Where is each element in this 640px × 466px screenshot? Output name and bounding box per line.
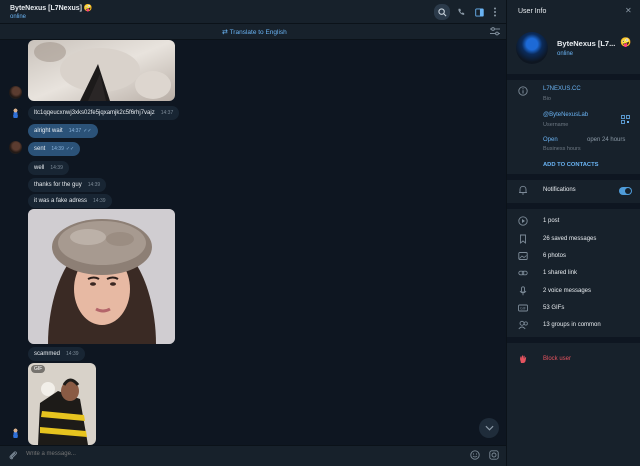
message-bubble[interactable]: ltc1qqeucxnwj3xks02fe5jqxamjk2c5f6rhj7va… — [28, 106, 180, 120]
avatar[interactable] — [9, 106, 22, 119]
username-value[interactable]: @ByteNexusLab — [543, 112, 588, 118]
chat-status: online — [10, 14, 27, 20]
message-input[interactable] — [26, 451, 426, 457]
group-icon — [518, 320, 528, 332]
message-bubble[interactable]: thanks for the guy 14:39 — [28, 178, 107, 192]
composer — [0, 445, 506, 466]
user-info-panel: User Info ✕ ByteNexus [L7... 🤪 online L7… — [506, 0, 640, 466]
avatar[interactable] — [9, 141, 22, 154]
message-bubble[interactable]: sent 14:39 ✓✓ — [28, 142, 81, 156]
chat-title-text: ByteNexus [L7Nexus] — [10, 5, 82, 12]
photo-message[interactable] — [28, 40, 175, 101]
media-row-voice[interactable]: 2 voice messages — [543, 288, 591, 294]
translate-settings-icon[interactable] — [490, 27, 500, 38]
add-to-contacts-button[interactable]: ADD TO CONTACTS — [543, 162, 599, 168]
photo-icon — [518, 251, 528, 263]
gif-icon: GIF — [518, 303, 528, 315]
bell-icon — [518, 185, 528, 197]
message-time: 14:39 — [66, 351, 79, 357]
divider — [507, 203, 640, 209]
message-text: sent — [34, 146, 46, 152]
message-time: 14:39 — [51, 146, 64, 152]
business-hours-extra: open 24 hours — [587, 137, 626, 143]
business-hours-label: Business hours — [543, 146, 581, 152]
photo-message[interactable] — [28, 209, 175, 344]
message-text: alright wait — [34, 128, 63, 134]
notifications-toggle[interactable] — [619, 187, 632, 195]
scroll-down-button[interactable] — [479, 418, 499, 438]
read-check-icon: ✓✓ — [83, 128, 92, 134]
media-row-links[interactable]: 1 shared link — [543, 270, 577, 276]
message-time: 14:37 — [68, 128, 82, 134]
media-row-gifs[interactable]: 53 GIFs — [543, 305, 564, 311]
gif-badge: GIF — [31, 365, 46, 373]
telegram-window: ByteNexus [L7Nexus] 🤪 online ⇄ Translate… — [0, 0, 640, 466]
media-row-groups[interactable]: 13 groups in common — [543, 322, 601, 328]
divider — [507, 337, 640, 343]
gif-message[interactable]: GIF — [28, 363, 96, 445]
link-icon — [518, 268, 528, 280]
avatar[interactable] — [9, 426, 22, 439]
more-icon[interactable] — [488, 5, 502, 19]
message-bubble[interactable]: alright wait 14:37 ✓✓ — [28, 124, 98, 138]
read-check-icon: ✓✓ — [65, 146, 75, 152]
message-bubble[interactable]: it was a fake adress 14:39 — [28, 194, 112, 208]
media-row-photos[interactable]: 6 photos — [543, 253, 566, 259]
phone-icon[interactable] — [454, 5, 468, 19]
message-time: 14:39 — [50, 165, 63, 171]
block-user-button[interactable]: Block user — [543, 356, 571, 362]
media-row-saved[interactable]: 26 saved messages — [543, 236, 596, 242]
sidebar-toggle-icon[interactable] — [472, 5, 486, 19]
profile-name: ByteNexus [L7... — [557, 39, 616, 48]
business-hours-value[interactable]: Open — [543, 137, 558, 143]
svg-text:GIF: GIF — [520, 307, 526, 311]
profile-emoji: 🤪 — [620, 37, 632, 47]
panel-title: User Info — [518, 8, 547, 15]
info-icon — [518, 86, 528, 98]
message-list[interactable]: ltc1qqeucxnwj3xks02fe5jqxamjk2c5f6rhj7va… — [0, 40, 506, 445]
search-icon[interactable] — [434, 4, 450, 20]
message-time: 14:39 — [87, 182, 101, 188]
translate-button[interactable]: ⇄ Translate to English — [222, 28, 287, 36]
message-text: ltc1qqeucxnwj3xks02fe5jqxamjk2c5f6rhj7va… — [34, 110, 155, 116]
bio-label: Bio — [543, 96, 551, 102]
translate-icon: ⇄ — [222, 29, 228, 36]
divider — [507, 174, 640, 180]
profile-avatar[interactable] — [516, 32, 548, 64]
emoji-icon[interactable] — [470, 450, 480, 462]
bio-value[interactable]: L7NEXUS.CC — [543, 86, 581, 92]
message-time: 14:37 — [160, 110, 174, 116]
chat-title-emoji: 🤪 — [83, 5, 93, 12]
qr-code-icon[interactable] — [621, 115, 630, 126]
translate-label: Translate to English — [229, 29, 287, 36]
attach-icon[interactable] — [9, 450, 17, 462]
hand-stop-icon — [518, 354, 528, 366]
message-text: well — [34, 165, 45, 171]
mic-icon — [518, 286, 528, 298]
post-icon — [518, 216, 528, 228]
translate-bar: ⇄ Translate to English — [0, 24, 506, 40]
message-time: 14:39 — [93, 198, 106, 204]
profile-status: online — [557, 51, 574, 57]
close-icon[interactable]: ✕ — [625, 6, 632, 15]
media-row-posts[interactable]: 1 post — [543, 218, 559, 224]
chat-panel: ByteNexus [L7Nexus] 🤪 online ⇄ Translate… — [0, 0, 506, 466]
message-bubble[interactable]: well 14:39 — [28, 161, 69, 175]
message-text: scammed — [34, 351, 61, 357]
bookmark-icon — [518, 234, 528, 246]
chevron-down-icon — [484, 425, 494, 431]
avatar[interactable] — [9, 86, 22, 99]
username-label: Username — [543, 122, 569, 128]
divider — [507, 74, 640, 80]
chat-title[interactable]: ByteNexus [L7Nexus] 🤪 — [10, 4, 93, 12]
notifications-label: Notifications — [543, 187, 576, 193]
message-bubble[interactable]: scammed 14:39 — [28, 347, 85, 361]
message-text: it was a fake adress — [34, 198, 88, 204]
chat-header[interactable]: ByteNexus [L7Nexus] 🤪 online — [0, 0, 506, 24]
message-text: thanks for the guy — [34, 182, 82, 188]
camera-icon[interactable] — [489, 450, 499, 462]
